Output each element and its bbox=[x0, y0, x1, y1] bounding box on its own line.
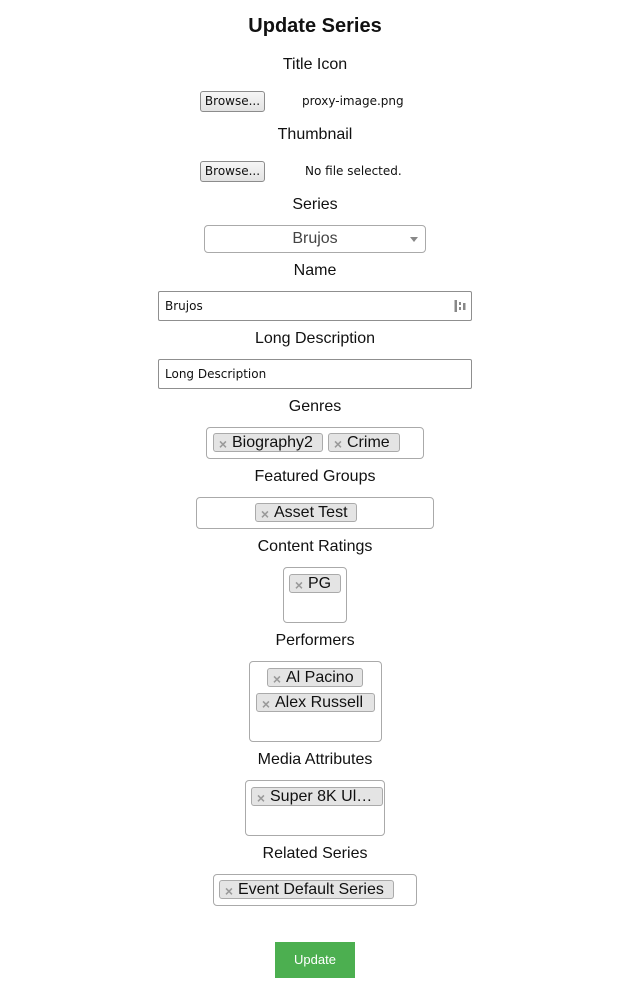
remove-tag-icon[interactable]: × bbox=[252, 790, 270, 805]
thumbnail-browse-button[interactable]: Browse... bbox=[200, 161, 265, 182]
media-attributes-multiselect[interactable]: × Super 8K Ult… bbox=[245, 780, 385, 836]
remove-tag-icon[interactable]: × bbox=[220, 883, 238, 898]
related-series-multiselect[interactable]: × Event Default Series bbox=[213, 874, 417, 906]
title-icon-browse-button[interactable]: Browse... bbox=[200, 91, 265, 112]
remove-tag-icon[interactable]: × bbox=[329, 436, 347, 451]
genre-tag: × Crime bbox=[328, 433, 400, 452]
series-label: Series bbox=[292, 196, 338, 213]
series-select[interactable]: Brujos bbox=[204, 225, 426, 253]
update-button[interactable]: Update bbox=[275, 942, 355, 978]
related-series-tag: × Event Default Series bbox=[219, 880, 394, 899]
name-input[interactable]: Brujos bbox=[158, 291, 472, 321]
content-ratings-label: Content Ratings bbox=[257, 538, 373, 555]
performer-tag: × Alex Russell bbox=[256, 693, 375, 712]
genres-multiselect[interactable]: × Biography2 × Crime bbox=[206, 427, 424, 459]
featured-groups-multiselect[interactable]: × Asset Test bbox=[196, 497, 434, 529]
series-selected-value: Brujos bbox=[292, 230, 338, 247]
remove-tag-icon[interactable]: × bbox=[257, 696, 275, 711]
genres-label: Genres bbox=[288, 398, 342, 415]
performers-label: Performers bbox=[275, 632, 355, 649]
remove-tag-icon[interactable]: × bbox=[290, 577, 308, 592]
media-attribute-tag: × Super 8K Ult… bbox=[251, 787, 383, 806]
long-description-placeholder: Long Description bbox=[165, 367, 267, 381]
genre-tag: × Biography2 bbox=[213, 433, 323, 452]
name-input-value: Brujos bbox=[165, 299, 203, 313]
featured-groups-label: Featured Groups bbox=[254, 468, 376, 485]
long-description-label: Long Description bbox=[254, 330, 376, 347]
chevron-down-icon bbox=[410, 237, 418, 242]
related-series-label: Related Series bbox=[262, 845, 368, 862]
content-rating-tag: × PG bbox=[289, 574, 341, 593]
media-attributes-label: Media Attributes bbox=[257, 751, 373, 768]
password-manager-icon[interactable] bbox=[454, 299, 466, 313]
remove-tag-icon[interactable]: × bbox=[214, 436, 232, 451]
page-title: Update Series bbox=[248, 15, 382, 37]
content-ratings-multiselect[interactable]: × PG bbox=[283, 567, 347, 623]
performer-tag: × Al Pacino bbox=[267, 668, 363, 687]
thumbnail-file-name: No file selected. bbox=[305, 164, 402, 178]
title-icon-file-name: proxy-image.png bbox=[302, 94, 404, 108]
featured-group-tag: × Asset Test bbox=[255, 503, 357, 522]
long-description-input[interactable]: Long Description bbox=[158, 359, 472, 389]
performers-multiselect[interactable]: × Al Pacino × Alex Russell bbox=[249, 661, 382, 742]
thumbnail-label: Thumbnail bbox=[277, 126, 353, 143]
remove-tag-icon[interactable]: × bbox=[256, 506, 274, 521]
title-icon-label: Title Icon bbox=[282, 56, 348, 73]
name-label: Name bbox=[293, 262, 337, 279]
remove-tag-icon[interactable]: × bbox=[268, 671, 286, 686]
